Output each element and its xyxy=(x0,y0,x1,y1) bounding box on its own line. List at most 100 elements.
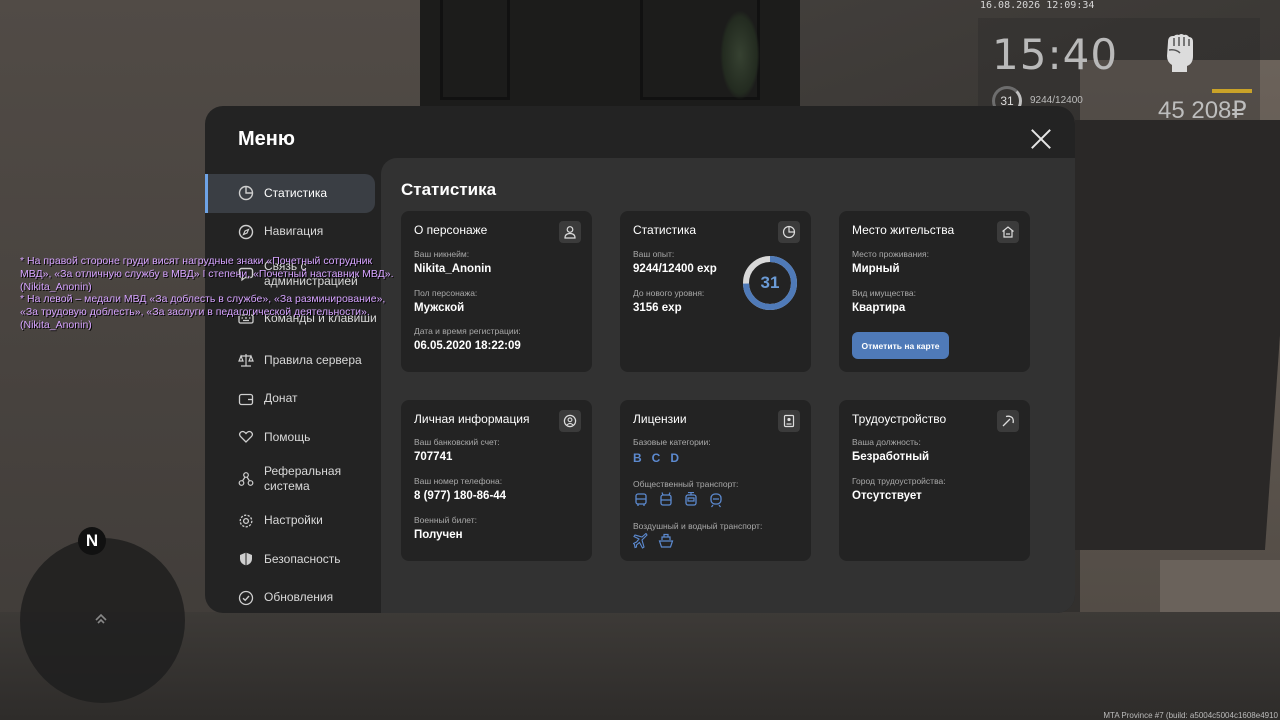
sidebar-item-donate[interactable]: Донат xyxy=(205,380,381,419)
field-position: Ваша должность: Безработный xyxy=(852,437,929,463)
field-exp: Ваш опыт: 9244/12400 exp xyxy=(633,249,717,275)
field-job-city: Город трудоустройства: Отсутствует xyxy=(852,476,946,502)
field-value: 06.05.2020 18:22:09 xyxy=(414,340,521,352)
plant xyxy=(720,10,760,100)
sidebar-item-label: Правила сервера xyxy=(264,352,362,367)
door-frame xyxy=(440,0,510,100)
field-place: Место проживания: Мирный xyxy=(852,249,929,275)
sidebar-item-label: Безопасность xyxy=(264,551,341,566)
mark-on-map-button[interactable]: Отметить на карте xyxy=(852,332,949,359)
plane-icon xyxy=(633,533,648,549)
field-label: Ваш номер телефона: xyxy=(414,476,503,486)
license-categories: B C D xyxy=(633,451,679,465)
chat-line: (Nikita_Anonin) xyxy=(20,280,92,293)
user-circle-icon[interactable] xyxy=(559,410,581,432)
chat-log: * На правой стороне груди висят нагрудны… xyxy=(20,255,440,332)
card-title: Лицензии xyxy=(633,412,687,426)
field-label: Базовые категории: xyxy=(633,437,711,447)
menu-window: Меню Статистика Навигация Связь с админи… xyxy=(205,106,1075,613)
fist-icon xyxy=(1167,34,1193,72)
house-icon[interactable] xyxy=(997,221,1019,243)
content-panel: Статистика О персонаже Ваш никнейм: Niki… xyxy=(381,158,1075,613)
chat-line: * На левой – медали МВД «За доблесть в с… xyxy=(20,293,386,306)
trolleybus-icon xyxy=(660,492,672,506)
chat-line: МВД», «За отличную службу в МВД» I степе… xyxy=(20,267,394,280)
license-category-d: D xyxy=(670,451,680,465)
sidebar-item-statistics[interactable]: Статистика xyxy=(205,174,375,213)
field-value: Квартира xyxy=(852,302,906,314)
field-value: Мирный xyxy=(852,263,900,275)
player-arrow-icon xyxy=(95,613,107,624)
field-label: Город трудоустройства: xyxy=(852,476,946,486)
user-icon[interactable] xyxy=(559,221,581,243)
card-title: Место жительства xyxy=(852,223,955,237)
field-bank: Ваш банковский счет: 707741 xyxy=(414,437,500,463)
sidebar-item-security[interactable]: Безопасность xyxy=(205,540,381,579)
hud-money-bar xyxy=(1212,89,1252,93)
field-phone: Ваш номер телефона: 8 (977) 180-86-44 xyxy=(414,476,506,502)
license-category-c: C xyxy=(651,451,661,465)
card-title: Трудоустройство xyxy=(852,412,947,426)
field-value: Получен xyxy=(414,529,463,541)
table xyxy=(1044,120,1280,550)
sidebar-item-referral[interactable]: Реферальная система xyxy=(205,457,381,502)
chat-line: «За трудовую доблесть», «За заслуги в пе… xyxy=(20,306,370,319)
field-value: Безработный xyxy=(852,451,930,463)
check-circle-icon xyxy=(238,590,254,605)
sidebar-item-settings[interactable]: Настройки xyxy=(205,502,381,541)
pickaxe-icon[interactable] xyxy=(997,410,1019,432)
sidebar-item-rules[interactable]: Правила сервера xyxy=(205,341,381,380)
level-number: 31 xyxy=(760,273,780,292)
card-licenses: Лицензии Базовые категории: B C D Общест… xyxy=(620,400,811,561)
field-label: Вид имущества: xyxy=(852,288,916,298)
field-next-level: До нового уровня: 3156 exp xyxy=(633,288,704,314)
license-category-b: B xyxy=(633,451,642,465)
sidebar-item-updates[interactable]: Обновления xyxy=(205,579,381,614)
minimap-north: N xyxy=(78,527,106,555)
hud-exp: 9244/12400 xyxy=(1030,95,1083,106)
field-value: 707741 xyxy=(414,451,453,463)
sidebar-item-label: Помощь xyxy=(264,429,311,444)
card-title: Статистика xyxy=(633,223,697,237)
scales-icon xyxy=(238,354,254,367)
hud-datetime: 16.08.2026 12:09:34 xyxy=(980,0,1095,11)
network-icon xyxy=(238,472,254,486)
field-military: Военный билет: Получен xyxy=(414,515,477,541)
field-value: Отсутствует xyxy=(852,490,922,502)
sidebar-item-help[interactable]: Помощь xyxy=(205,418,381,457)
card-title: О персонаже xyxy=(414,223,488,237)
chat-line: (Nikita_Anonin) xyxy=(20,318,92,331)
tram-icon xyxy=(685,492,697,506)
menu-title: Меню xyxy=(238,128,295,150)
field-label: Ваш опыт: xyxy=(633,249,675,259)
heart-hand-icon xyxy=(238,431,254,444)
sidebar-item-label: Статистика xyxy=(264,185,328,200)
clock-pie-icon[interactable] xyxy=(778,221,800,243)
sidebar-item-label: Обновления xyxy=(264,590,334,605)
metro-icon xyxy=(710,493,722,508)
id-card-icon[interactable] xyxy=(778,410,800,432)
card-stats: Статистика Ваш опыт: 9244/12400 exp До н… xyxy=(620,211,811,372)
hud-time: 15:40 xyxy=(992,30,1119,79)
boat-icon xyxy=(658,533,674,548)
card-residence: Место жительства Место проживания: Мирны… xyxy=(839,211,1030,372)
field-value: 3156 exp xyxy=(633,302,682,314)
chat-line: * На правой стороне груди висят нагрудны… xyxy=(20,255,373,267)
public-transport-icons xyxy=(633,492,724,508)
air-water-icons xyxy=(633,533,674,549)
field-label: Воздушный и водный транспорт: xyxy=(633,521,763,531)
field-label: Ваш банковский счет: xyxy=(414,437,500,447)
gear-icon xyxy=(239,514,253,528)
compass-icon xyxy=(238,224,254,239)
build-info: MTA Province #7 (build: a5004c5004c1608e… xyxy=(1103,711,1278,720)
card-title: Личная информация xyxy=(414,412,530,426)
sidebar-item-navigation[interactable]: Навигация xyxy=(205,213,381,252)
field-value: 8 (977) 180-86-44 xyxy=(414,490,507,502)
sidebar-item-label: Донат xyxy=(264,391,298,406)
close-icon[interactable] xyxy=(1030,128,1052,150)
bus-icon xyxy=(635,493,647,506)
sidebar: Статистика Навигация Связь с администрац… xyxy=(205,174,381,613)
field-label: Место проживания: xyxy=(852,249,929,259)
floor-bottom xyxy=(0,612,1280,720)
field-label: Военный билет: xyxy=(414,515,478,525)
